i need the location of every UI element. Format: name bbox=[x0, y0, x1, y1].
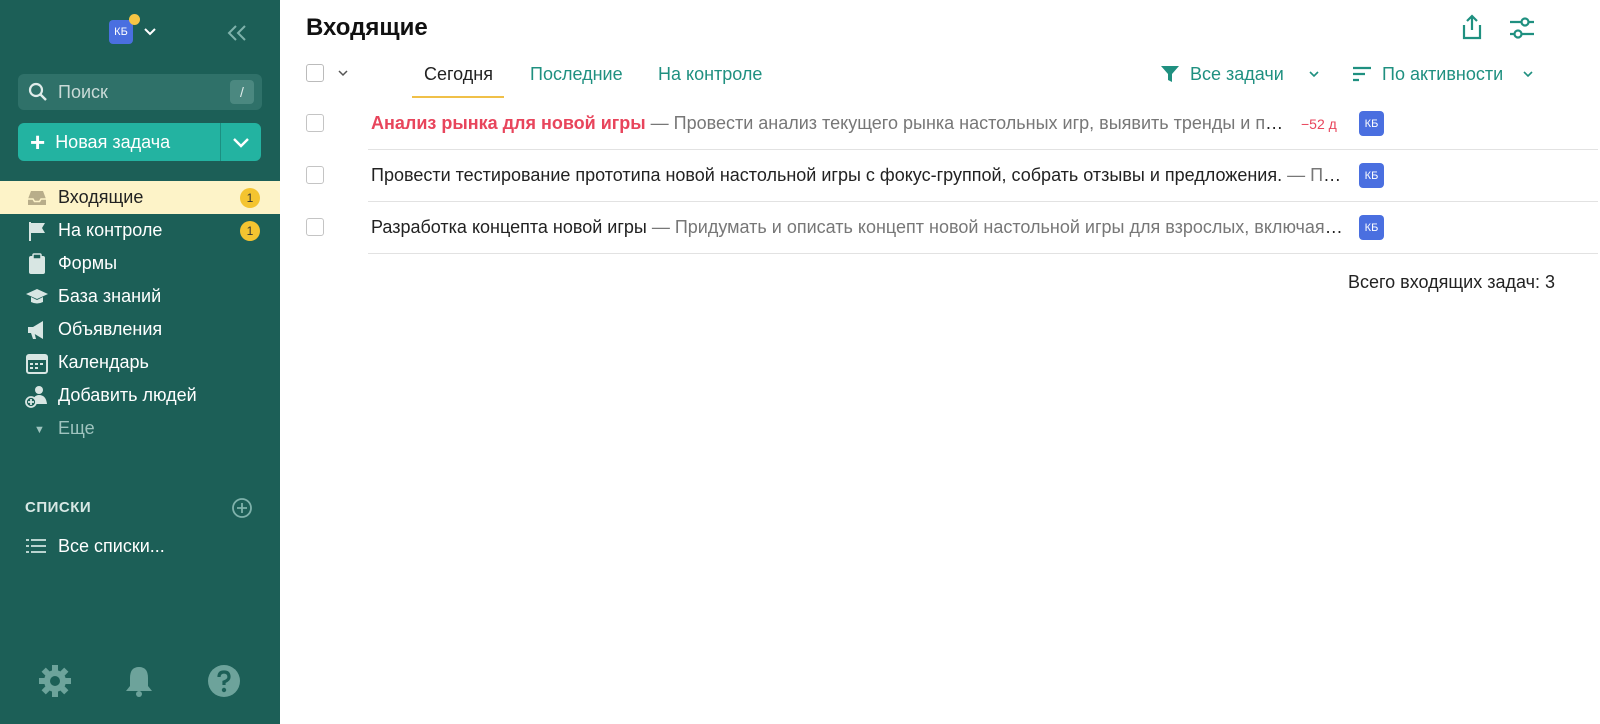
chevron-down-icon[interactable] bbox=[143, 25, 157, 39]
sidebar-item-forms[interactable]: Формы bbox=[0, 247, 280, 280]
list-icon bbox=[26, 539, 46, 553]
sidebar-item-control[interactable]: На контроле 1 bbox=[0, 214, 280, 247]
assignee-avatar[interactable]: КБ bbox=[1359, 215, 1384, 240]
help-icon[interactable] bbox=[207, 664, 241, 698]
add-list-icon[interactable] bbox=[231, 497, 253, 519]
tab-today[interactable]: Сегодня bbox=[412, 56, 504, 98]
chevron-down-icon bbox=[233, 138, 249, 148]
sidebar-item-label: Формы bbox=[58, 253, 118, 273]
flag-icon bbox=[29, 222, 45, 241]
search-input[interactable] bbox=[58, 74, 218, 110]
lists-section-title: СПИСКИ bbox=[25, 499, 92, 516]
sidebar-item-inbox[interactable]: Входящие 1 bbox=[0, 181, 280, 214]
sort-icon bbox=[1353, 66, 1371, 82]
funnel-icon bbox=[1161, 66, 1179, 82]
total-count: Всего входящих задач: 3 bbox=[1347, 272, 1555, 292]
calendar-icon bbox=[26, 354, 48, 374]
task-list: Анализ рынка для новой игры — Провести а… bbox=[280, 98, 1600, 254]
task-text[interactable]: Анализ рынка для новой игры — Провести а… bbox=[371, 113, 1286, 134]
task-row[interactable]: Анализ рынка для новой игры — Провести а… bbox=[280, 98, 1600, 150]
user-avatar[interactable]: КБ bbox=[109, 20, 133, 44]
sidebar-item-add-people[interactable]: Добавить людей bbox=[0, 379, 280, 412]
task-description: Получить обратную связь bbox=[1310, 165, 1346, 185]
task-description: Провести анализ текущего рынка настольны… bbox=[673, 113, 1286, 133]
filter-label: Все задачи bbox=[1190, 63, 1284, 84]
all-lists-link[interactable]: Все списки... bbox=[0, 531, 280, 561]
sort-dropdown[interactable]: По активности bbox=[1352, 60, 1503, 88]
sidebar: КБ / + Новая задача Входящие 1 На контро… bbox=[0, 0, 280, 724]
task-title: Провести тестирование прототипа новой на… bbox=[371, 165, 1283, 185]
megaphone-icon bbox=[28, 321, 43, 339]
all-lists-label: Все списки... bbox=[58, 535, 165, 556]
chevron-down-icon[interactable] bbox=[1308, 68, 1320, 80]
main-panel: Входящие Сегодня Последние На контроле В… bbox=[280, 0, 1600, 724]
inbox-icon bbox=[28, 191, 46, 205]
task-separator: — bbox=[1282, 165, 1311, 185]
task-text[interactable]: Провести тестирование прототипа новой на… bbox=[371, 165, 1346, 186]
sidebar-item-label: База знаний bbox=[58, 286, 162, 306]
sidebar-item-label: На контроле bbox=[58, 220, 163, 240]
task-row[interactable]: Разработка концепта новой игры — Придума… bbox=[280, 202, 1600, 254]
select-all-checkbox[interactable] bbox=[306, 64, 324, 82]
sidebar-item-label: Объявления bbox=[58, 319, 163, 339]
search-box[interactable]: / bbox=[18, 74, 262, 110]
new-task-label: Новая задача bbox=[55, 131, 171, 152]
new-task-dropdown-button[interactable] bbox=[221, 123, 261, 161]
gear-icon[interactable] bbox=[38, 664, 72, 698]
due-date-badge: −52 д bbox=[1301, 116, 1337, 132]
sidebar-item-label: Еще bbox=[58, 418, 95, 438]
task-title: Анализ рынка для новой игры bbox=[371, 113, 646, 133]
tab-control[interactable]: На контроле bbox=[658, 56, 762, 98]
task-text[interactable]: Разработка концепта новой игры — Придума… bbox=[371, 217, 1346, 238]
task-checkbox[interactable] bbox=[306, 114, 324, 132]
filter-settings-icon[interactable] bbox=[1508, 16, 1536, 40]
clipboard-icon bbox=[29, 253, 45, 274]
sidebar-item-announcements[interactable]: Объявления bbox=[0, 313, 280, 346]
task-checkbox[interactable] bbox=[306, 166, 324, 184]
assignee-avatar[interactable]: КБ bbox=[1359, 111, 1384, 136]
sidebar-item-more[interactable]: ▼ Еще bbox=[0, 412, 280, 445]
task-filter-dropdown[interactable]: Все задачи bbox=[1160, 60, 1284, 88]
task-description: Придумать и описать концепт новой настол… bbox=[674, 217, 1346, 237]
sort-label: По активности bbox=[1382, 63, 1504, 84]
new-task-button-group: + Новая задача bbox=[18, 123, 261, 161]
chevron-down-icon[interactable] bbox=[1522, 68, 1534, 80]
sidebar-nav: Входящие 1 На контроле 1 Формы База знан… bbox=[0, 181, 280, 445]
search-shortcut-hint: / bbox=[230, 80, 254, 104]
sidebar-item-calendar[interactable]: Календарь bbox=[0, 346, 280, 379]
tab-recent[interactable]: Последние bbox=[530, 56, 623, 98]
sidebar-item-label: Календарь bbox=[58, 352, 149, 372]
bell-icon[interactable] bbox=[122, 664, 156, 698]
graduation-cap-icon bbox=[26, 289, 48, 304]
count-badge: 1 bbox=[240, 221, 260, 241]
collapse-sidebar-icon[interactable] bbox=[226, 24, 248, 42]
task-separator: — bbox=[645, 113, 674, 133]
assignee-avatar[interactable]: КБ bbox=[1359, 163, 1384, 188]
task-checkbox[interactable] bbox=[306, 218, 324, 236]
row-divider bbox=[368, 253, 1598, 254]
tabs-row: Сегодня Последние На контроле Все задачи… bbox=[280, 56, 1600, 98]
sidebar-item-label: Входящие bbox=[58, 187, 144, 207]
new-task-button[interactable]: + Новая задача bbox=[18, 123, 221, 161]
search-icon bbox=[28, 82, 47, 101]
triangle-down-icon: ▼ bbox=[34, 424, 45, 436]
sidebar-item-knowledge-base[interactable]: База знаний bbox=[0, 280, 280, 313]
chevron-down-icon[interactable] bbox=[337, 67, 349, 79]
plus-icon: + bbox=[30, 127, 46, 157]
page-title: Входящие bbox=[306, 14, 428, 41]
add-person-icon bbox=[25, 386, 47, 408]
share-icon[interactable] bbox=[1460, 14, 1484, 40]
task-separator: — bbox=[646, 217, 675, 237]
status-dot bbox=[129, 14, 140, 25]
count-badge: 1 bbox=[240, 188, 260, 208]
task-row[interactable]: Провести тестирование прототипа новой на… bbox=[280, 150, 1600, 202]
sidebar-footer bbox=[0, 664, 280, 700]
task-title: Разработка концепта новой игры bbox=[371, 217, 647, 237]
sidebar-item-label: Добавить людей bbox=[58, 385, 197, 405]
